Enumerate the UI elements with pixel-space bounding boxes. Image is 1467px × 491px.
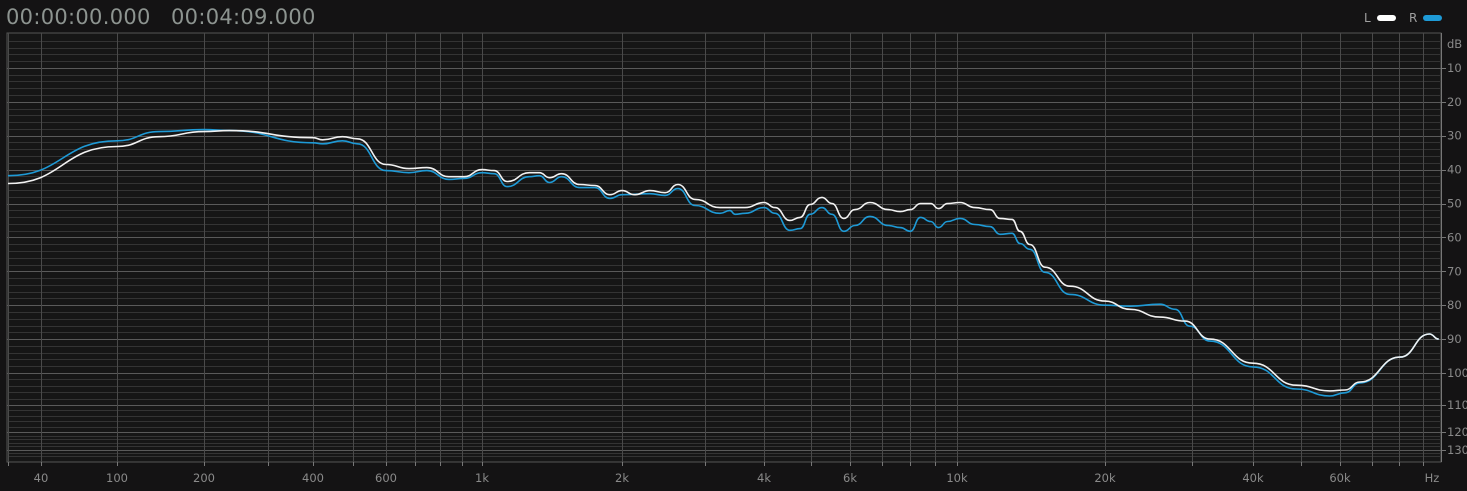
x-tick-label: 40k: [1242, 471, 1264, 485]
y-tick-label: 20: [1447, 95, 1462, 109]
x-tick-label: 200: [193, 471, 215, 485]
x-tick-label: 6k: [843, 471, 857, 485]
y-tick-label: 50: [1447, 197, 1462, 211]
y-tick-label: 100: [1447, 366, 1467, 380]
y-tick-label: 60: [1447, 230, 1462, 244]
spectrum-chart: 40 100 200 400 600 1k 2k 4k 6k 10k 20k 40k 60k Hz dB 10…: [6, 32, 1467, 485]
x-tick-label: 4k: [757, 471, 771, 485]
x-tick-label: 20k: [1094, 471, 1116, 485]
y-tick-label: 120: [1447, 425, 1467, 439]
x-tick-label: 10k: [946, 471, 968, 485]
y-tick-label: dB: [1447, 37, 1462, 51]
x-tick-label: 100: [106, 471, 128, 485]
y-tick-label: 10: [1447, 61, 1462, 75]
y-tick-label: 40: [1447, 163, 1462, 177]
x-tick-label: 60k: [1329, 471, 1351, 485]
y-tick-label: 30: [1447, 129, 1462, 143]
y-tick-label: 90: [1447, 332, 1462, 346]
x-tick-label: 400: [302, 471, 324, 485]
x-tick-label: 2k: [615, 471, 629, 485]
y-tick-label: 110: [1447, 398, 1467, 412]
x-axis-label: Hz: [1425, 471, 1440, 485]
y-tick-label: 130: [1447, 443, 1467, 457]
y-tick-label: 70: [1447, 264, 1462, 278]
x-tick-label: 1k: [475, 471, 489, 485]
x-tick-label: 600: [375, 471, 397, 485]
plot-area: [6, 32, 1442, 463]
x-tick-label: 40: [34, 471, 49, 485]
y-tick-label: 80: [1447, 298, 1462, 312]
